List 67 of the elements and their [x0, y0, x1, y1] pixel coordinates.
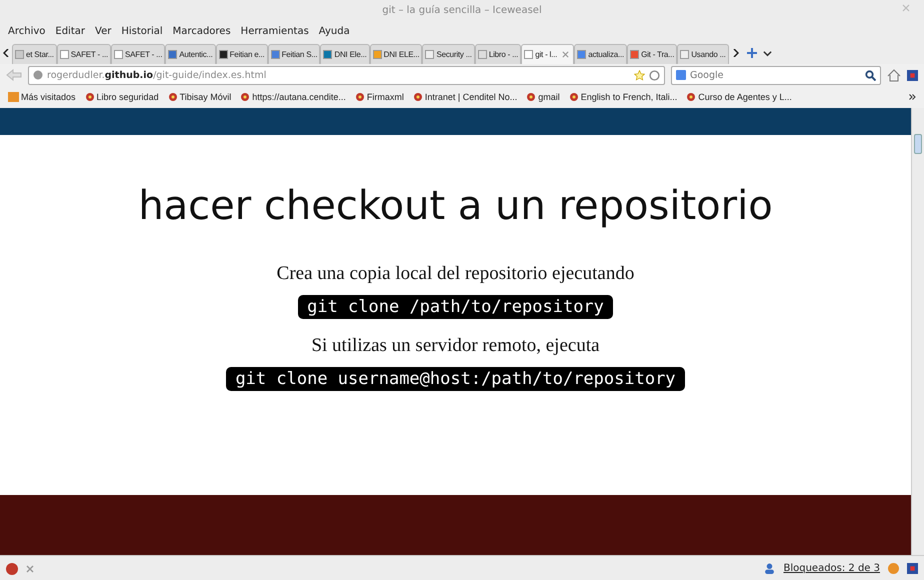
globe-icon — [33, 70, 43, 80]
reload-icon[interactable] — [649, 70, 660, 80]
close-icon[interactable] — [26, 564, 34, 572]
browser-tab[interactable]: DNI Ele... — [320, 44, 370, 64]
browser-tab[interactable]: Autentic... — [165, 44, 216, 64]
flower-icon — [412, 92, 423, 102]
status-icon — [888, 563, 899, 574]
flower-icon — [526, 92, 536, 102]
person-icon — [764, 563, 776, 574]
browser-tab[interactable]: Git - Tra... — [627, 44, 678, 64]
flower-icon — [686, 92, 696, 102]
paragraph: Si utilizas un servidor remoto, ejecuta — [311, 335, 600, 357]
paragraph: Crea una copia local del repositorio ejecutando — [276, 263, 634, 285]
search-field[interactable]: Google — [671, 66, 881, 84]
chevron-down-icon[interactable] — [762, 48, 772, 58]
window-title: git – la guía sencilla – Iceweasel — [382, 4, 542, 16]
bookmark-item[interactable]: Tibisay Móvil — [180, 92, 232, 102]
flower-icon — [240, 92, 250, 102]
bookmark-item[interactable]: Curso de Agentes y L... — [698, 92, 792, 102]
browser-tab[interactable]: Usando ... — [677, 44, 729, 64]
browser-tab[interactable]: SAFET - ... — [111, 44, 166, 64]
bookmark-item[interactable]: Libro seguridad — [96, 92, 159, 102]
browser-tab[interactable]: Security ... — [422, 44, 475, 64]
scroll-right-icon[interactable] — [732, 49, 739, 57]
flower-icon — [568, 92, 579, 102]
bookmark-item[interactable]: English to French, Itali... — [580, 92, 678, 102]
menu-item[interactable]: Marcadores — [172, 26, 231, 36]
menu-item[interactable]: Ver — [95, 26, 112, 36]
menu-item[interactable]: Herramientas — [240, 26, 309, 36]
bookmark-item[interactable]: Intranet | Cenditel No... — [424, 92, 518, 102]
flower-icon — [354, 92, 365, 102]
blocked-link[interactable]: Bloqueados: 2 de 3 — [783, 563, 880, 574]
browser-tab[interactable]: Feitian S... — [268, 44, 320, 64]
flower-icon — [168, 92, 178, 102]
browser-tab[interactable]: Libro - ... — [474, 44, 522, 64]
close-tab-icon[interactable] — [562, 51, 570, 58]
bookmark-item[interactable]: Más visitados — [21, 92, 76, 102]
bookmark-item[interactable]: gmail — [538, 92, 560, 102]
bookmark-item[interactable]: Firmaxml — [366, 92, 404, 102]
search-icon[interactable] — [865, 70, 876, 80]
scrollbar[interactable] — [911, 108, 924, 555]
code-snippet: git clone /path/to/repository — [298, 295, 613, 319]
plus-icon[interactable] — [746, 48, 757, 58]
page-heading: hacer checkout a un repositorio — [138, 183, 773, 229]
star-icon[interactable] — [634, 70, 645, 80]
menu-item[interactable]: Historial — [121, 26, 163, 36]
scroll-left-icon[interactable] — [3, 49, 9, 57]
menu-item[interactable]: Ayuda — [318, 26, 350, 36]
browser-tab[interactable]: Feitian e... — [216, 44, 268, 64]
home-icon[interactable] — [887, 68, 901, 82]
more-icon[interactable] — [909, 94, 916, 100]
code-snippet: git clone username@host:/path/to/repository — [226, 367, 685, 391]
browser-tab[interactable]: actualiza... — [574, 44, 628, 64]
browser-tab[interactable]: DNI ELE... — [370, 44, 422, 64]
addon-icon — [907, 563, 918, 574]
flower-icon — [84, 92, 95, 102]
bookmark-item[interactable]: https://autana.cendite... — [252, 92, 346, 102]
address-bar[interactable]: rogerdudler.github.io/git-guide/index.es.html — [28, 66, 665, 84]
browser-tab[interactable]: et Star... — [12, 44, 57, 64]
menu-item[interactable]: Archivo — [8, 26, 46, 36]
menu-item[interactable]: Editar — [55, 26, 85, 36]
google-icon — [676, 70, 686, 80]
folder-icon — [8, 92, 19, 102]
browser-tab[interactable]: SAFET - ... — [56, 44, 112, 64]
addon-icon[interactable] — [907, 70, 918, 80]
stop-sign-icon[interactable] — [6, 562, 18, 574]
browser-tab[interactable]: git - l... — [521, 44, 574, 64]
